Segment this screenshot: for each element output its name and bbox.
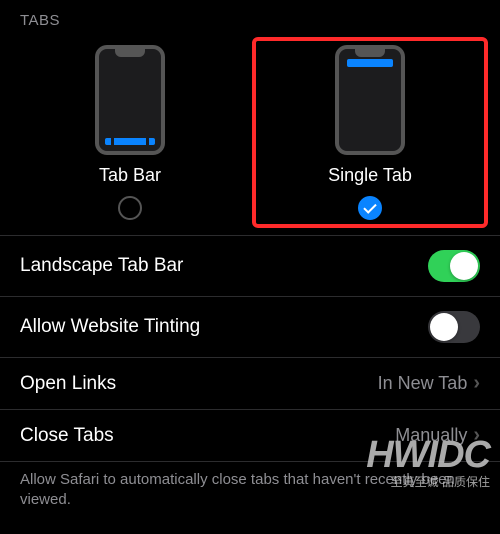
section-header: TABS: [0, 0, 500, 35]
single-tab-option[interactable]: Single Tab: [252, 37, 488, 228]
tab-bar-option[interactable]: Tab Bar: [20, 45, 240, 220]
close-tabs-row[interactable]: Close Tabs Manually ›: [0, 410, 500, 462]
allow-tinting-row[interactable]: Allow Website Tinting: [0, 297, 500, 358]
close-tabs-value-container: Manually ›: [395, 424, 480, 447]
toggle-knob-icon: [430, 313, 458, 341]
tinting-label: Allow Website Tinting: [20, 316, 200, 338]
radio-selected-icon[interactable]: [358, 196, 382, 220]
phone-notch-icon: [115, 49, 145, 57]
tab-layout-options: Tab Bar Single Tab: [0, 35, 500, 235]
radio-unselected-icon[interactable]: [118, 196, 142, 220]
single-tab-indicator-icon: [347, 59, 393, 67]
chevron-right-icon: ›: [473, 372, 480, 395]
footer-description: Allow Safari to automatically close tabs…: [0, 462, 500, 517]
phone-mockup-single-tab: [335, 45, 405, 155]
landscape-label: Landscape Tab Bar: [20, 255, 183, 277]
tinting-toggle[interactable]: [428, 311, 480, 343]
phone-notch-icon: [355, 49, 385, 57]
open-links-row[interactable]: Open Links In New Tab ›: [0, 358, 500, 410]
toggle-knob-icon: [450, 252, 478, 280]
single-tab-label: Single Tab: [328, 165, 412, 186]
landscape-toggle[interactable]: [428, 250, 480, 282]
open-links-label: Open Links: [20, 373, 116, 395]
chevron-right-icon: ›: [473, 424, 480, 447]
tab-bar-label: Tab Bar: [99, 165, 161, 186]
landscape-tab-bar-row[interactable]: Landscape Tab Bar: [0, 236, 500, 297]
close-tabs-value: Manually: [395, 425, 467, 446]
settings-list: Landscape Tab Bar Allow Website Tinting …: [0, 235, 500, 462]
close-tabs-label: Close Tabs: [20, 425, 114, 447]
open-links-value-container: In New Tab ›: [378, 372, 480, 395]
tab-bar-indicator-icon: [105, 138, 155, 145]
phone-mockup-tab-bar: [95, 45, 165, 155]
open-links-value: In New Tab: [378, 373, 468, 394]
